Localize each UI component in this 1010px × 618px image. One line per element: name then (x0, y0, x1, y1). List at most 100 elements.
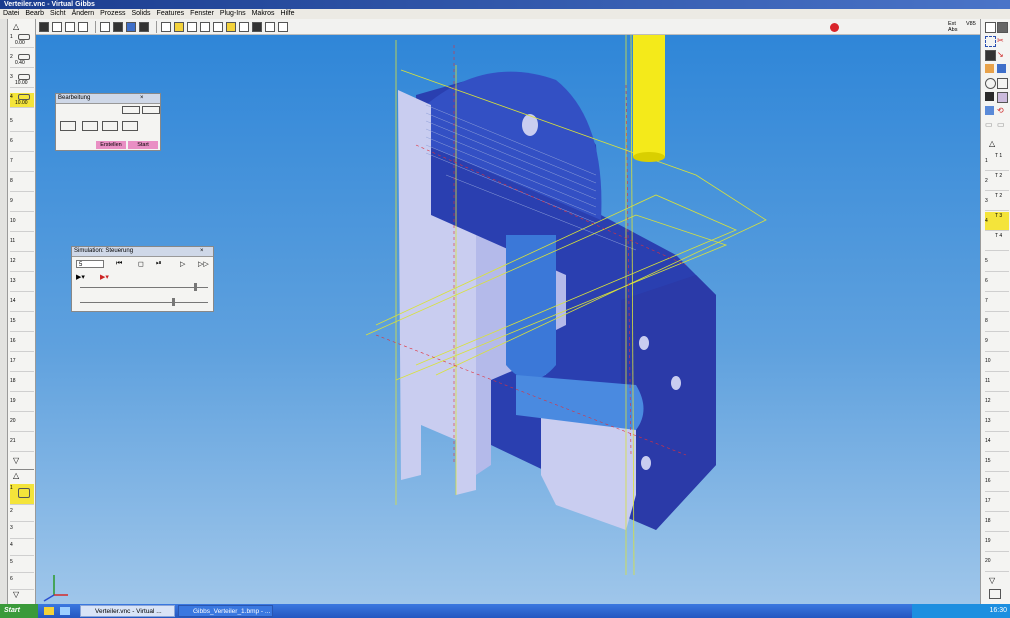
down-arrow-icon[interactable]: ▽ (989, 576, 995, 585)
view-mode-icon[interactable] (39, 21, 49, 32)
cut-icon[interactable]: ✂ (997, 36, 1006, 45)
tool-view-icon[interactable]: ▶▾ (76, 273, 85, 281)
eye-icon[interactable] (985, 78, 996, 89)
up-arrow-icon[interactable]: △ (13, 471, 19, 480)
op-slot-4[interactable]: 4 10.00 (10, 93, 34, 108)
menu-sicht[interactable]: Sicht (47, 9, 69, 19)
fast-forward-icon[interactable]: ▷▷ (198, 260, 209, 268)
arrow-icon[interactable]: ↘ (997, 50, 1006, 59)
setup-slot-2[interactable]: 2 (10, 507, 34, 522)
op-slot-1[interactable]: 1 0.00 (10, 33, 34, 48)
dim-icon[interactable]: ▭ (985, 120, 994, 129)
op-slot-7[interactable]: 7 (10, 157, 34, 172)
hand-icon[interactable] (985, 64, 994, 73)
op-slot-16[interactable]: 16 (10, 337, 34, 352)
select-box-icon[interactable] (985, 36, 996, 47)
op-slot-12[interactable]: 12 (10, 257, 34, 272)
menu-aendern[interactable]: Ändern (69, 9, 98, 19)
tool-slot-2[interactable]: 2 T 2 (985, 172, 1009, 191)
tool-slot-3[interactable]: 3 T 2 (985, 192, 1009, 211)
tool-slot-n5[interactable]: 5 (985, 257, 1009, 272)
measure-icon[interactable] (239, 21, 249, 32)
start-button[interactable]: Start (0, 604, 38, 618)
move-icon[interactable] (252, 21, 262, 32)
tool-shape-icon-2[interactable] (142, 106, 160, 114)
tool-slot-n18[interactable]: 18 (985, 517, 1009, 532)
menu-plugins[interactable]: Plug-Ins (217, 9, 249, 19)
tool-icon[interactable] (213, 21, 223, 32)
solid-shade-icon[interactable] (985, 92, 994, 101)
menu-solids[interactable]: Solids (128, 9, 153, 19)
tool-slot-n19[interactable]: 19 (985, 537, 1009, 552)
op-slot-21[interactable]: 21 (10, 437, 34, 452)
position-slider-handle[interactable] (172, 298, 175, 306)
op-slot-5[interactable]: 5 (10, 117, 34, 132)
tool-slot-n12[interactable]: 12 (985, 397, 1009, 412)
layers-icon[interactable] (997, 64, 1006, 73)
tool-shape-icon[interactable] (122, 106, 140, 114)
quicklaunch-icon[interactable] (44, 607, 54, 615)
op-slot-3[interactable]: 3 10.00 (10, 73, 34, 88)
paint-icon[interactable] (226, 21, 236, 32)
material-view-icon[interactable]: ▶▾ (100, 273, 109, 281)
tool-slot-n11[interactable]: 11 (985, 377, 1009, 392)
position-slider-track[interactable] (80, 302, 208, 303)
tool-slot-n13[interactable]: 13 (985, 417, 1009, 432)
start-button[interactable]: Start (128, 141, 158, 149)
tool-slot-n16[interactable]: 16 (985, 477, 1009, 492)
menu-bearb[interactable]: Bearb (22, 9, 47, 19)
op-type-icon-2[interactable] (82, 121, 98, 131)
print-icon[interactable] (265, 21, 275, 32)
setup-slot-3[interactable]: 3 (10, 524, 34, 539)
op-slot-19[interactable]: 19 (10, 397, 34, 412)
grid-icon[interactable] (113, 21, 123, 32)
shade-icon[interactable] (139, 21, 149, 32)
menu-features[interactable]: Features (154, 9, 188, 19)
add-icon[interactable] (100, 21, 110, 32)
tool-slot-n20[interactable]: 20 (985, 557, 1009, 572)
up-arrow-icon[interactable]: △ (13, 22, 19, 31)
op-slot-9[interactable]: 9 (10, 197, 34, 212)
op-type-icon-3[interactable] (102, 121, 118, 131)
layer-icon[interactable] (187, 21, 197, 32)
trash-icon[interactable] (989, 589, 1001, 599)
tool-slot-n6[interactable]: 6 (985, 277, 1009, 292)
op-slot-18[interactable]: 18 (10, 377, 34, 392)
quicklaunch-icon-2[interactable] (60, 607, 70, 615)
color-icon[interactable] (126, 21, 136, 32)
help-icon[interactable] (278, 21, 288, 32)
speed-slider-track[interactable] (80, 287, 208, 288)
op-slot-11[interactable]: 11 (10, 237, 34, 252)
op-slot-14[interactable]: 14 (10, 297, 34, 312)
play-icon[interactable]: ▷ (180, 260, 185, 268)
close-icon[interactable]: × (200, 248, 204, 254)
erstellen-button[interactable]: Erstellen (96, 141, 126, 149)
tool-slot-n15[interactable]: 15 (985, 457, 1009, 472)
pencil-icon[interactable] (78, 21, 88, 32)
palette-simulation[interactable]: Simulation: Steuerung × 5 ⏮ ◻ ⏯ ▷ ▷▷ ▶▾ … (71, 246, 214, 312)
tool-slot-n9[interactable]: 9 (985, 337, 1009, 352)
mirror-icon[interactable]: ⟲ (997, 106, 1006, 115)
tool-holder-icon[interactable] (985, 50, 996, 61)
down-arrow-icon[interactable]: ▽ (13, 456, 19, 465)
view-alpha-icon[interactable] (52, 21, 62, 32)
rewind-icon[interactable]: ⏮ (116, 260, 122, 268)
frame-icon[interactable] (161, 21, 171, 32)
tool-slot-n10[interactable]: 10 (985, 357, 1009, 372)
down-arrow-icon[interactable]: ▽ (13, 590, 19, 599)
wire-icon[interactable] (997, 92, 1008, 103)
task-virtual-gibbs[interactable]: Verteiler.vnc - Virtual ... (80, 605, 175, 617)
up-arrow-icon[interactable]: △ (989, 139, 995, 148)
palette-bearbeitung[interactable]: Bearbeitung × Erstellen Start (55, 93, 161, 151)
copy-icon[interactable] (997, 22, 1008, 33)
tool-slot-n7[interactable]: 7 (985, 297, 1009, 312)
step-count-input[interactable]: 5 (76, 260, 104, 268)
menu-hilfe[interactable]: Hilfe (278, 9, 298, 19)
op-slot-2[interactable]: 2 0.40 (10, 53, 34, 68)
close-icon[interactable]: × (140, 95, 144, 101)
setup-slot-5[interactable]: 5 (10, 558, 34, 573)
tool-slot-1[interactable]: 1 T 1 (985, 152, 1009, 171)
op-slot-6[interactable]: 6 (10, 137, 34, 152)
stop-icon[interactable] (830, 23, 839, 32)
stop-sim-icon[interactable]: ◻ (138, 260, 144, 268)
